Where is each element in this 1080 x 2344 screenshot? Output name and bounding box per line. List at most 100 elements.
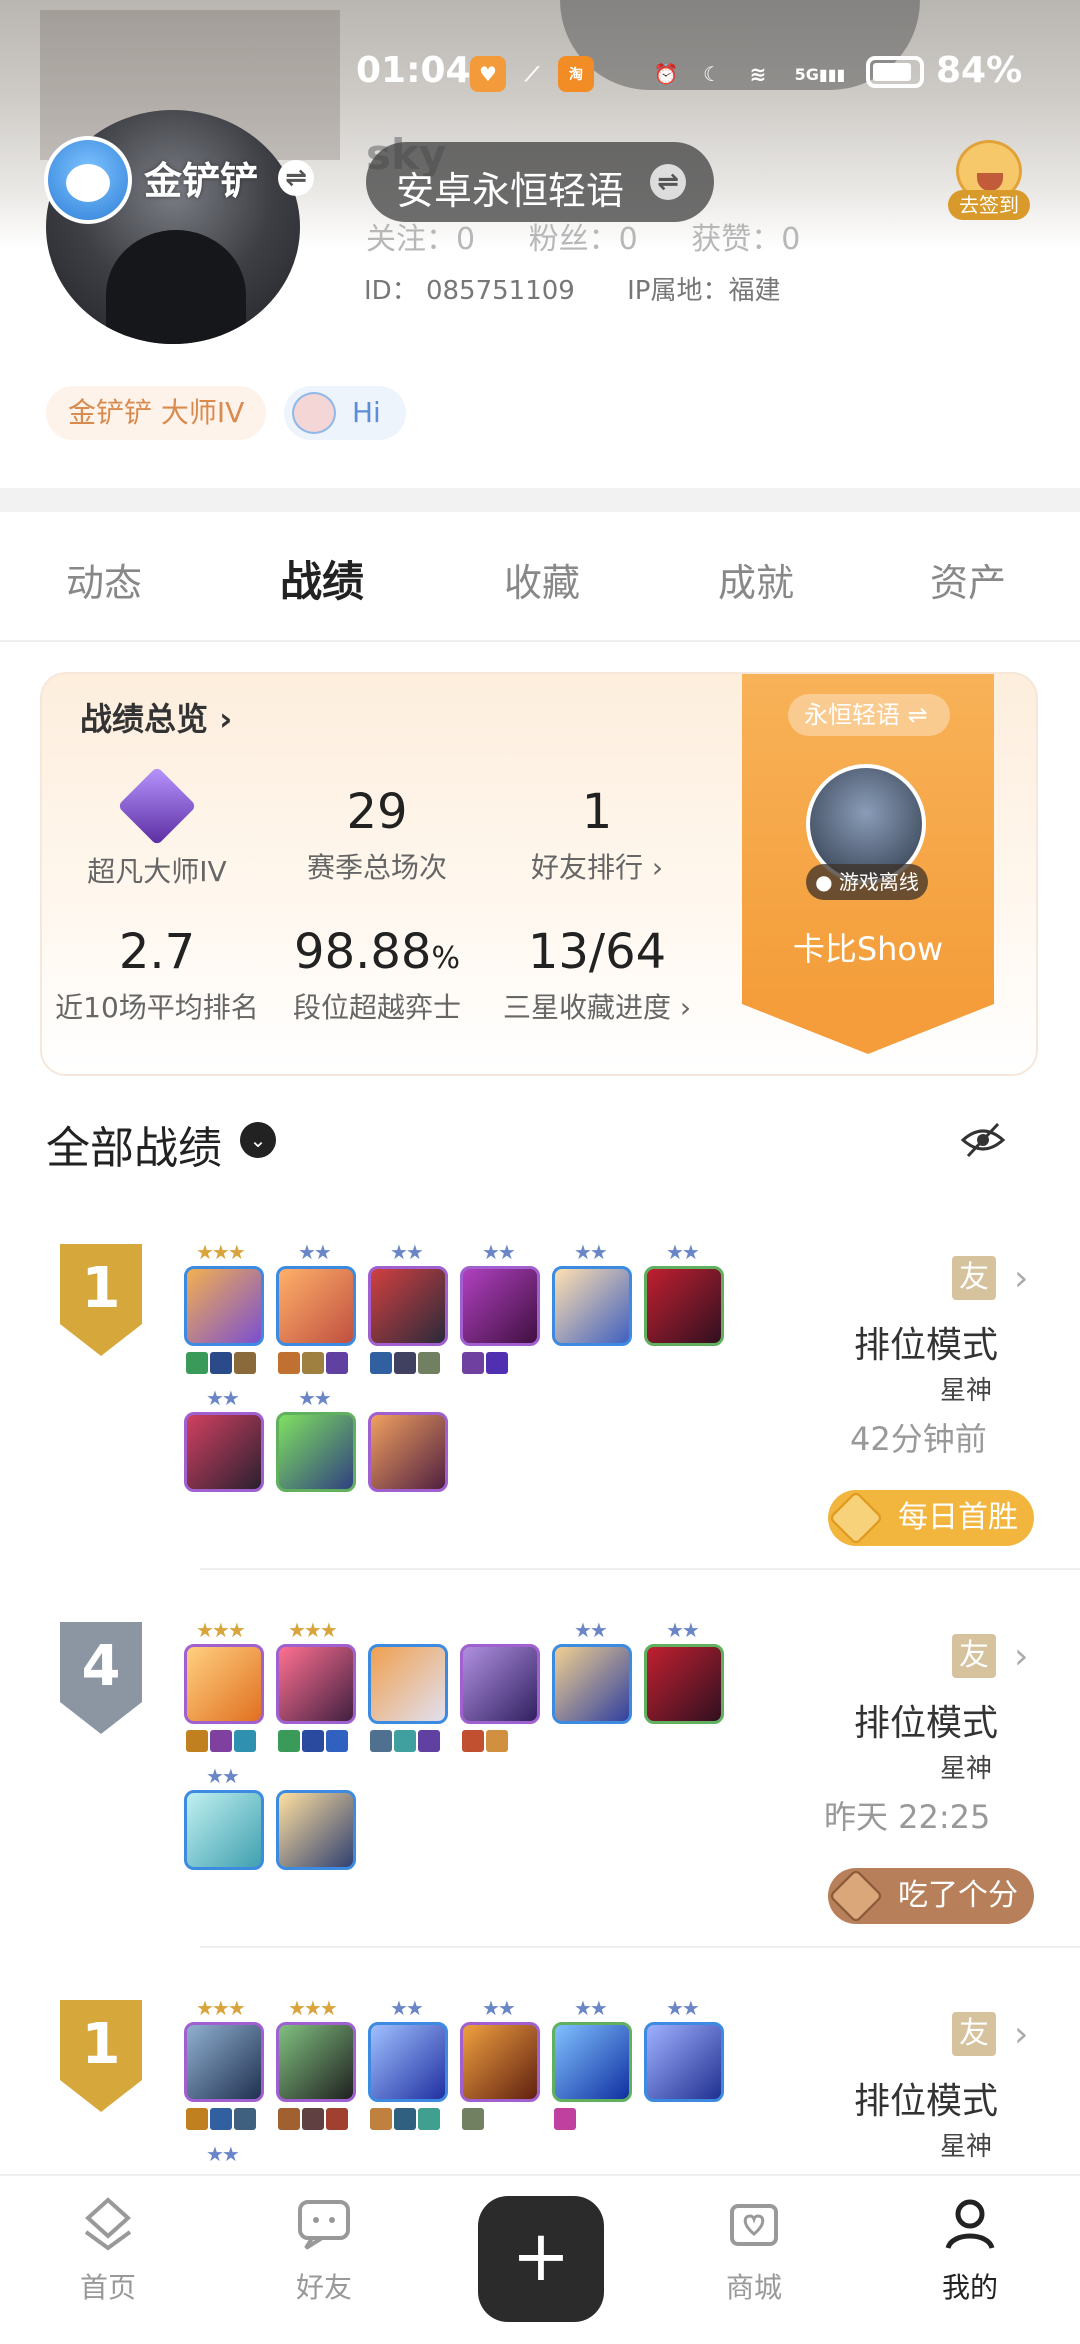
champion-icon[interactable]: [276, 1790, 356, 1870]
champion-icon[interactable]: [184, 2022, 264, 2102]
battery-percent: 84%: [936, 50, 1023, 91]
three-star-stat[interactable]: 13/64 三星收藏进度 ›: [492, 924, 702, 1026]
match-row[interactable]: 4 ★★★ ★★★ ★★ ★★ ★★ 友 › 排位模式 星神 昨天 22:25 …: [0, 1604, 1080, 1982]
penguin-avatar-icon[interactable]: [44, 136, 132, 224]
star-level: ★★: [298, 1386, 332, 1410]
overview-title[interactable]: 战绩总览 ›: [80, 694, 232, 740]
star-level: ★★: [206, 1386, 240, 1410]
friend-rank-value: 1: [581, 784, 613, 840]
champion-icon[interactable]: [368, 1644, 448, 1724]
item-icons: [186, 2108, 258, 2130]
champion-icon[interactable]: [552, 1266, 632, 1346]
champion-icon[interactable]: [460, 1644, 540, 1724]
nav-me[interactable]: 我的: [910, 2192, 1030, 2306]
friend-rank-label: 好友排行 ›: [530, 851, 664, 884]
create-post-button[interactable]: +: [478, 2196, 604, 2322]
champion-icon[interactable]: [184, 1412, 264, 1492]
item-icons: [370, 1352, 442, 1374]
tab-dynamics[interactable]: 动态: [66, 552, 142, 607]
bottom-nav: 首页 好友 + 商城 我的: [0, 2174, 1080, 2344]
follow-count[interactable]: 关注：0: [366, 222, 475, 257]
rank-tag[interactable]: 金铲铲 大师IV: [46, 386, 267, 440]
item-icons: [278, 1352, 350, 1374]
item-icons: [278, 1730, 350, 1752]
chat-icon: [298, 2200, 350, 2250]
match-mode: 排位模式: [854, 2081, 999, 2122]
champion-icon[interactable]: [644, 2022, 724, 2102]
hide-eye-icon[interactable]: [960, 1120, 1006, 1160]
nav-home-label: 首页: [79, 2271, 136, 2304]
champion-icon[interactable]: [276, 1266, 356, 1346]
friend-tag: 友: [952, 1256, 996, 1300]
star-level: ★★: [390, 1996, 424, 2020]
star-level: ★★: [666, 1618, 700, 1642]
champion-icon[interactable]: [184, 1266, 264, 1346]
tab-assets[interactable]: 资产: [930, 552, 1006, 607]
friend-rank-stat[interactable]: 1 好友排行 ›: [512, 784, 682, 886]
champion-icon[interactable]: [552, 2022, 632, 2102]
checkin-button[interactable]: 去签到: [948, 140, 1030, 226]
chevron-right-icon[interactable]: ›: [1014, 1636, 1028, 1677]
three-star-value: 13/64: [527, 924, 667, 980]
nav-home[interactable]: 首页: [48, 2192, 168, 2306]
nav-shop[interactable]: 商城: [694, 2192, 814, 2306]
likes-count: 获赞：0: [691, 222, 801, 257]
offline-status: ● 游戏离线: [806, 864, 928, 900]
champion-icon[interactable]: [184, 1790, 264, 1870]
chevron-right-icon: ›: [219, 700, 233, 738]
chevron-down-icon[interactable]: ⌄: [240, 1122, 276, 1158]
profile-icon: [945, 2199, 995, 2250]
moon-icon: ☾: [703, 62, 721, 86]
all-records-title[interactable]: 全部战绩: [46, 1112, 222, 1176]
chevron-right-icon[interactable]: ›: [1014, 1258, 1028, 1299]
id-line: ID： 085751109 IP属地：福建: [364, 270, 824, 307]
status-time: 01:04: [356, 50, 471, 91]
champion-icon[interactable]: [460, 1266, 540, 1346]
account-switch-button[interactable]: 安卓永恒轻语 ⇌: [366, 142, 714, 222]
gem-icon: [828, 1490, 884, 1546]
achievement-pill: 吃了个分: [828, 1868, 1034, 1924]
nav-friends[interactable]: 好友: [264, 2192, 384, 2306]
champion-icon[interactable]: [184, 1644, 264, 1724]
match-mode: 排位模式: [854, 1703, 999, 1744]
kabi-show-label: 卡比Show: [792, 930, 944, 968]
champion-icon[interactable]: [368, 2022, 448, 2102]
match-row[interactable]: 1 ★★★ ★★★ ★★ ★★ ★★ ★★ ★★ 友 › 排位模式 星神: [0, 1982, 1080, 2174]
nav-friends-label: 好友: [295, 2271, 352, 2304]
match-row[interactable]: 1 ★★★ ★★ ★★ ★★ ★★ ★★ ★★ ★★ 友 › 排位模式 星神 4…: [0, 1226, 1080, 1604]
champion-icon[interactable]: [368, 1266, 448, 1346]
tab-achievements[interactable]: 成就: [718, 552, 794, 607]
champion-icon[interactable]: [460, 2022, 540, 2102]
swap-icon[interactable]: ⇌: [278, 160, 314, 196]
star-level: ★★: [206, 1764, 240, 1788]
game-nickname[interactable]: 金铲铲: [144, 150, 258, 205]
champion-icon[interactable]: [276, 2022, 356, 2102]
gem-icon: [828, 1868, 884, 1924]
star-level: ★★★: [196, 1996, 246, 2020]
friend-tag: 友: [952, 1634, 996, 1678]
champion-icon[interactable]: [644, 1644, 724, 1724]
tab-favorites[interactable]: 收藏: [504, 552, 580, 607]
nav-me-label: 我的: [941, 2271, 998, 2304]
three-star-label: 三星收藏进度 ›: [502, 991, 692, 1024]
item-icons: [462, 1352, 510, 1374]
chevron-right-icon[interactable]: ›: [1014, 2014, 1028, 2055]
hi-tag[interactable]: Hi: [284, 386, 406, 440]
fans-count[interactable]: 粉丝：0: [529, 222, 638, 257]
star-level: ★★: [574, 1240, 608, 1264]
item-icons: [370, 2108, 442, 2130]
user-id: ID： 085751109: [364, 276, 575, 306]
account-name: 安卓永恒轻语: [396, 169, 625, 213]
percentile-label: 段位超越弈士: [292, 991, 461, 1024]
profile-tabs: 动态 战绩 收藏 成就 资产: [0, 512, 1080, 642]
plus-icon: +: [511, 2215, 571, 2297]
kabi-show-ribbon[interactable]: 永恒轻语 ⇌ ● 游戏离线 卡比Show: [742, 674, 994, 1054]
star-level: ★★: [666, 1240, 700, 1264]
champion-icon[interactable]: [276, 1644, 356, 1724]
champion-icon[interactable]: [276, 1412, 356, 1492]
tab-records[interactable]: 战绩: [280, 548, 364, 609]
champion-icon[interactable]: [368, 1412, 448, 1492]
champion-icon[interactable]: [552, 1644, 632, 1724]
ip-location: IP属地：福建: [627, 276, 781, 306]
champion-icon[interactable]: [644, 1266, 724, 1346]
